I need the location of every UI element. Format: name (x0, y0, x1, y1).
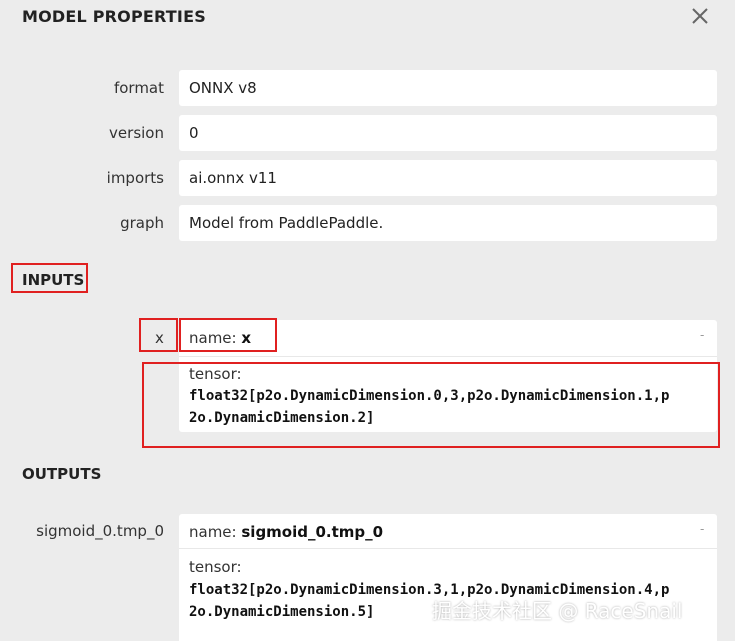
input-x-name-row[interactable]: name: x (189, 329, 251, 347)
imports-field[interactable]: ai.onnx v11 (179, 160, 717, 196)
panel-title: MODEL PROPERTIES (22, 7, 206, 26)
output-name-value: sigmoid_0.tmp_0 (241, 523, 384, 541)
format-label: format (113, 79, 164, 97)
version-field[interactable]: 0 (179, 115, 717, 151)
imports-label: imports (106, 169, 164, 187)
output-tensor-label: tensor: (189, 558, 242, 576)
output-expander[interactable]: - (700, 522, 704, 536)
input-x-expander[interactable]: - (700, 328, 704, 342)
watermark: 掘金技术社区 @ RaceSnail (432, 599, 683, 623)
input-x-name-prefix: name: (189, 329, 242, 347)
input-x-divider (179, 356, 717, 357)
input-x-tensor-label: tensor: (189, 365, 242, 383)
input-x-tensor-line1: float32[p2o.DynamicDimension.0,3,p2o.Dyn… (189, 388, 670, 404)
output-divider (179, 548, 717, 549)
inputs-section-title: INPUTS (22, 271, 85, 289)
input-x-name-value: x (241, 329, 252, 347)
input-x-tensor-line2: 2o.DynamicDimension.2] (189, 410, 375, 426)
input-x-label: x (155, 329, 164, 347)
close-icon (692, 8, 708, 24)
output-name-prefix: name: (189, 523, 242, 541)
format-field[interactable]: ONNX v8 (179, 70, 717, 106)
graph-field[interactable]: Model from PaddlePaddle. (179, 205, 717, 241)
output-tensor-line2: 2o.DynamicDimension.5] (189, 604, 375, 620)
graph-label: graph (120, 214, 164, 232)
output-name-row[interactable]: name: sigmoid_0.tmp_0 (189, 523, 383, 541)
close-button[interactable] (688, 4, 712, 28)
output-label: sigmoid_0.tmp_0 (36, 522, 164, 540)
version-label: version (109, 124, 164, 142)
outputs-section-title: OUTPUTS (22, 465, 102, 483)
